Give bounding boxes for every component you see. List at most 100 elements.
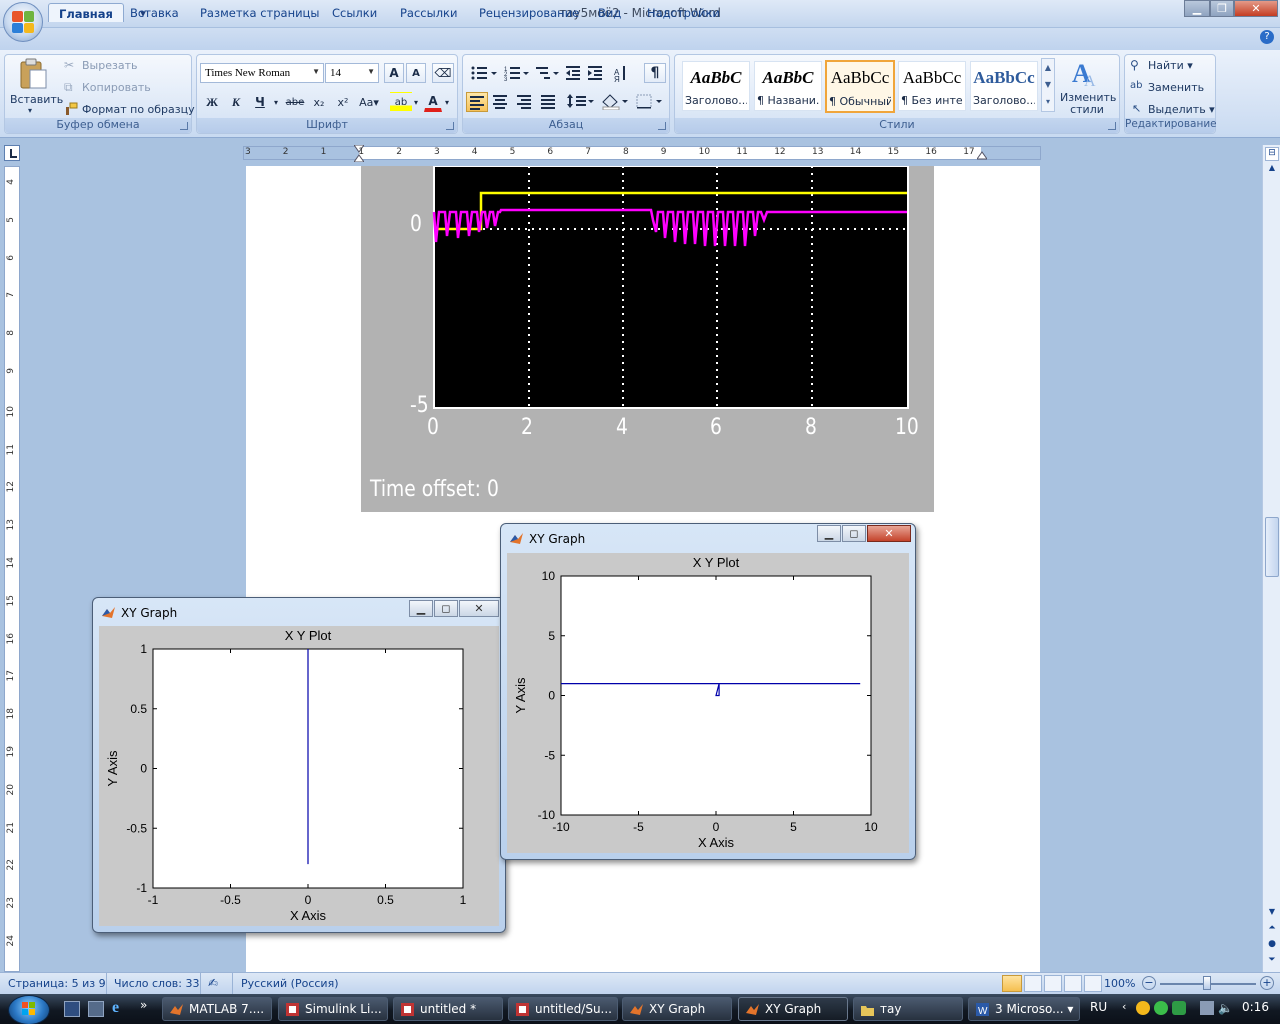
tab-mailings[interactable]: Рассылки bbox=[390, 3, 467, 22]
scroll-thumb[interactable] bbox=[1265, 517, 1279, 577]
zoom-level[interactable]: 100% bbox=[1104, 977, 1135, 990]
taskbar-item-word[interactable]: W 3 Microso... ▾ bbox=[968, 997, 1080, 1021]
tab-addins[interactable]: Надстройки bbox=[637, 3, 730, 22]
tab-selector[interactable] bbox=[4, 145, 20, 161]
highlight-button[interactable]: ab bbox=[390, 92, 412, 112]
style-heading2[interactable]: AaBbCc Заголово... bbox=[970, 61, 1038, 111]
quicklaunch-more-icon[interactable]: » bbox=[140, 998, 147, 1012]
clock[interactable]: 0:16 bbox=[1242, 1000, 1269, 1014]
align-left-button[interactable] bbox=[466, 92, 488, 112]
style-title[interactable]: AaBbC ¶ Названи... bbox=[754, 61, 822, 111]
copy-button[interactable]: Копировать bbox=[82, 81, 151, 94]
taskbar-item-xy-graph-2[interactable]: XY Graph bbox=[738, 997, 848, 1021]
zoom-slider-thumb[interactable] bbox=[1203, 976, 1211, 990]
minimize-icon[interactable]: ▁ bbox=[409, 600, 433, 617]
change-case-button[interactable]: Aa ▾ bbox=[356, 92, 382, 112]
taskbar-item-xy-graph-1[interactable]: XY Graph bbox=[622, 997, 732, 1021]
clear-format-icon[interactable]: ⌫ bbox=[432, 63, 454, 83]
view-ruler-icon[interactable]: ⊟ bbox=[1265, 147, 1279, 161]
language-indicator[interactable]: RU bbox=[1090, 1000, 1107, 1014]
chevron-down-icon[interactable]: ▼ bbox=[1042, 76, 1054, 93]
shrink-font-button[interactable]: A bbox=[406, 63, 426, 83]
web-layout-icon[interactable] bbox=[1044, 975, 1062, 992]
xy-plot-left[interactable]: -1 -0.5 0 0.5 1 1 0.5 0 -0.5 -1 X Y Plot X Axis Y Ax… bbox=[99, 626, 499, 926]
maximize-icon[interactable]: ◻ bbox=[434, 600, 458, 617]
horizontal-ruler[interactable]: 3 2 1 1 2 3 4 5 6 7 8 9 10 11 12 13 14 15 16 17 bbox=[243, 144, 1041, 163]
align-center-button[interactable] bbox=[490, 92, 512, 112]
browse-object-icon[interactable]: ● bbox=[1265, 939, 1279, 953]
network-icon[interactable] bbox=[1200, 1001, 1214, 1015]
next-page-icon[interactable]: ⏷ bbox=[1265, 955, 1279, 969]
scroll-down-icon[interactable]: ▼ bbox=[1265, 907, 1279, 921]
taskbar-item-untitled-subsystem[interactable]: untitled/Su... bbox=[508, 997, 618, 1021]
style-no-spacing[interactable]: AaBbCc ¶ Без инте... bbox=[898, 61, 966, 111]
scope-screenshot-image[interactable]: 0 -5 0 2 4 6 8 10 Time offset: 0 bbox=[361, 166, 934, 512]
volume-icon[interactable]: 🔈 bbox=[1218, 1001, 1233, 1015]
tab-references[interactable]: Ссылки bbox=[322, 3, 387, 22]
paste-icon[interactable] bbox=[18, 58, 48, 90]
status-page[interactable]: Страница: 5 из 9 bbox=[8, 977, 106, 990]
font-color-dropdown[interactable]: ▾ bbox=[443, 92, 451, 112]
select-button[interactable]: Выделить ▾ bbox=[1148, 103, 1215, 116]
draft-view-icon[interactable] bbox=[1084, 975, 1102, 992]
office-button[interactable] bbox=[3, 2, 43, 42]
previous-page-icon[interactable]: ⏶ bbox=[1265, 923, 1279, 937]
cut-button[interactable]: Вырезать bbox=[82, 59, 137, 72]
taskbar-item-simulink[interactable]: Simulink Li... bbox=[278, 997, 388, 1021]
close-button[interactable]: ✕ bbox=[1234, 0, 1278, 17]
close-icon[interactable]: ✕ bbox=[459, 600, 499, 617]
start-button[interactable] bbox=[8, 995, 50, 1024]
taskbar-item-matlab[interactable]: MATLAB 7.... bbox=[162, 997, 272, 1021]
font-color-button[interactable]: A bbox=[424, 92, 442, 112]
restore-button[interactable]: ❐ bbox=[1210, 0, 1234, 17]
tab-insert[interactable]: Вставка bbox=[120, 3, 189, 22]
right-indent-marker[interactable] bbox=[976, 149, 988, 161]
tray-status-icon[interactable] bbox=[1154, 1001, 1168, 1015]
tray-app-icon[interactable] bbox=[1136, 1001, 1150, 1015]
style-normal[interactable]: AaBbCc ¶ Обычный bbox=[825, 60, 895, 113]
vertical-scrollbar[interactable]: ⊟ ▲ ▼ ⏶ ● ⏷ bbox=[1262, 145, 1280, 972]
shading-button[interactable] bbox=[600, 92, 630, 112]
clipboard-launcher-icon[interactable] bbox=[180, 122, 188, 130]
paste-button[interactable]: Вставить bbox=[10, 93, 63, 106]
switch-windows-icon[interactable] bbox=[88, 1001, 104, 1017]
tab-view[interactable]: Вид bbox=[588, 3, 631, 22]
spelling-check-icon[interactable]: ✍ bbox=[208, 976, 218, 990]
vertical-ruler[interactable]: 4 5 6 7 8 9 10 11 12 13 14 15 16 17 18 19 20 21 22 23 24 bbox=[4, 166, 20, 972]
line-spacing-button[interactable] bbox=[566, 92, 594, 112]
tray-expand-icon[interactable]: ‹ bbox=[1122, 1000, 1126, 1013]
style-heading1[interactable]: AaBbC Заголово... bbox=[682, 61, 750, 111]
show-desktop-icon[interactable] bbox=[64, 1001, 80, 1017]
italic-button[interactable]: К bbox=[226, 92, 246, 112]
underline-dropdown[interactable]: ▾ bbox=[272, 92, 280, 112]
replace-button[interactable]: Заменить bbox=[1148, 81, 1204, 94]
tray-security-icon[interactable] bbox=[1172, 1001, 1186, 1015]
more-styles-icon[interactable]: ▾ bbox=[1042, 93, 1054, 110]
taskbar-item-untitled[interactable]: untitled * bbox=[393, 997, 503, 1021]
zoom-out-icon[interactable]: − bbox=[1142, 976, 1156, 990]
paste-dropdown-icon[interactable]: ▾ bbox=[28, 106, 32, 115]
xy-graph-window-right[interactable]: XY Graph ▁ ◻ ✕ -10 -5 0 5 10 10 5 0 -5 -10 X Y Plo… bbox=[500, 523, 916, 860]
help-icon[interactable]: ? bbox=[1260, 30, 1274, 44]
strikethrough-button[interactable]: abe bbox=[284, 92, 306, 112]
full-screen-reading-icon[interactable] bbox=[1024, 975, 1042, 992]
tab-page-layout[interactable]: Разметка страницы bbox=[190, 3, 329, 22]
font-name-combo[interactable]: Times New Roman ▼ bbox=[200, 63, 324, 83]
align-right-button[interactable] bbox=[514, 92, 536, 112]
tab-review[interactable]: Рецензирование bbox=[469, 3, 589, 22]
internet-explorer-icon[interactable]: e bbox=[112, 999, 130, 1017]
paragraph-launcher-icon[interactable] bbox=[658, 122, 666, 130]
tab-home[interactable]: Главная bbox=[48, 3, 124, 22]
zoom-in-icon[interactable]: + bbox=[1260, 976, 1274, 990]
find-button[interactable]: Найти ▾ bbox=[1148, 59, 1193, 72]
status-language[interactable]: Русский (Россия) bbox=[241, 977, 339, 990]
taskbar-item-folder[interactable]: тау bbox=[853, 997, 963, 1021]
xy-graph-window-left[interactable]: XY Graph ▁ ◻ ✕ -1 -0.5 0 0.5 1 1 0.5 0 -0.5 -1 X Y… bbox=[92, 597, 506, 933]
styles-launcher-icon[interactable] bbox=[1108, 122, 1116, 130]
scroll-up-icon[interactable]: ▲ bbox=[1265, 163, 1279, 177]
highlight-dropdown[interactable]: ▾ bbox=[412, 92, 420, 112]
minimize-button[interactable]: ▁ bbox=[1184, 0, 1210, 17]
styles-scroll[interactable]: ▲ ▼ ▾ bbox=[1041, 58, 1055, 112]
print-layout-icon[interactable] bbox=[1002, 975, 1022, 992]
underline-button[interactable]: Ч bbox=[250, 92, 270, 112]
